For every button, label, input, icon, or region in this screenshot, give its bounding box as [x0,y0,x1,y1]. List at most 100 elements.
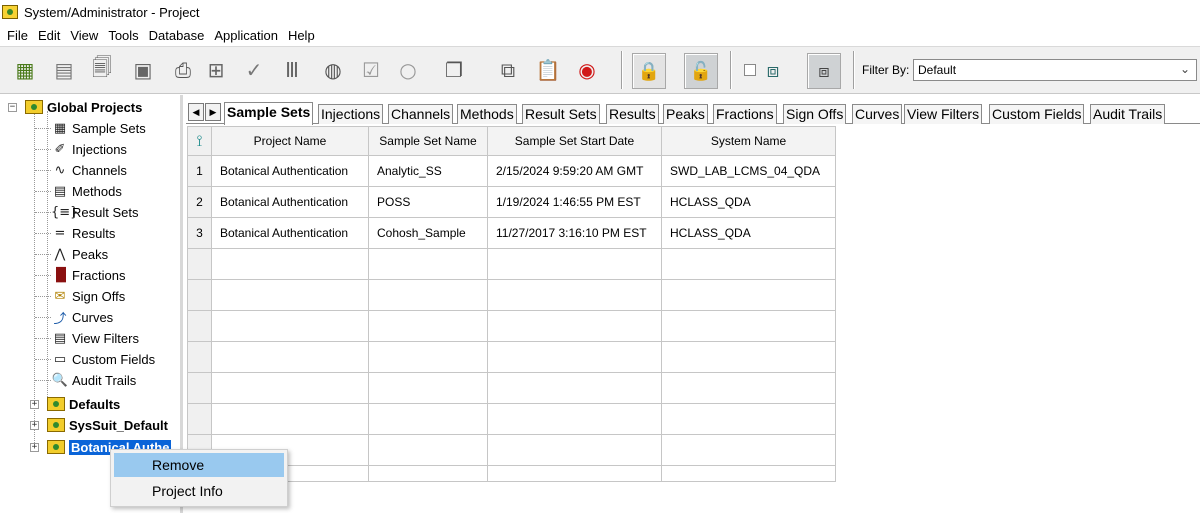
column-header-sample-set-name[interactable]: Sample Set Name [368,126,488,156]
paste-icon[interactable]: 📋 [535,57,561,83]
tab-fractions[interactable]: Fractions [713,104,777,124]
lock-icon[interactable]: 🔒 [632,53,666,89]
tab-peaks[interactable]: Peaks [663,104,708,124]
tab-channels[interactable]: Channels [388,104,454,124]
cell-system-name[interactable]: SWD_LAB_LCMS_04_QDA [661,155,836,187]
filter-by-select[interactable]: Default ⌄ [913,59,1197,81]
tab-view-filters[interactable]: View Filters [904,104,983,124]
row-number[interactable]: 3 [187,217,212,249]
tree-item-syssuit-default[interactable]: + SysSuit_Default [30,415,168,435]
view-checkbox[interactable] [744,64,756,76]
tree-item-result-sets[interactable]: {≡} Result Sets [51,202,138,222]
cell-sample-set-name[interactable]: Cohosh_Sample [368,217,488,249]
expand-icon[interactable]: + [30,399,39,409]
tree-item-injections[interactable]: ✐ Injections [51,139,127,159]
tab-sign-offs[interactable]: Sign Offs [783,104,847,124]
tree-item-methods[interactable]: ▤ Methods [51,181,122,201]
menu-application[interactable]: Application [209,28,283,43]
tree-item-peaks[interactable]: ⋀ Peaks [51,244,108,264]
empty-row[interactable] [187,279,836,311]
empty-row[interactable] [187,403,836,435]
unlock-icon[interactable]: 🔓 [684,53,718,89]
collapse-icon[interactable]: − [8,102,17,112]
cell-start-date[interactable]: 2/15/2024 9:59:20 AM GMT [487,155,662,187]
tree-item-sign-offs[interactable]: ✉ Sign Offs [51,286,126,306]
tab-sample-sets[interactable]: Sample Sets [224,102,314,125]
tubes-icon[interactable]: Ⅲ [279,57,305,83]
sign-off-icon: ✉ [54,288,66,304]
cell-start-date[interactable]: 1/19/2024 1:46:55 PM EST [487,186,662,218]
context-menu-remove[interactable]: Remove [114,453,284,477]
save-view-icon[interactable]: ⧈ [760,57,786,83]
tree-item-global-projects[interactable]: − Global Projects [8,97,142,117]
row-number[interactable]: 1 [187,155,212,187]
globe-icon[interactable]: ◍ [320,57,346,83]
tree-item-defaults[interactable]: + Defaults [30,394,120,414]
copy-icon[interactable]: ⧉ [495,57,521,83]
tree-line [35,149,51,150]
tree-item-fractions[interactable]: ▐▌ Fractions [51,265,125,285]
tab-methods[interactable]: Methods [457,104,517,124]
tree-item-custom-fields[interactable]: ▭ Custom Fields [51,349,155,369]
cell-sample-set-name[interactable]: POSS [368,186,488,218]
menu-edit[interactable]: Edit [33,28,65,43]
review-icon[interactable]: ✓ [241,57,267,83]
expand-icon[interactable]: + [30,442,39,452]
cell-project-name[interactable]: Botanical Authentication [211,186,369,218]
report-preview-icon[interactable]: 🗐 [89,55,115,83]
tree-item-audit-trails[interactable]: 🔍 Audit Trails [51,370,136,390]
menu-file[interactable]: File [2,28,33,43]
column-header-system-name[interactable]: System Name [661,126,836,156]
empty-row[interactable] [187,372,836,404]
tree-item-channels[interactable]: ∿ Channels [51,160,127,180]
menu-view[interactable]: View [65,28,103,43]
tree-item-curves[interactable]: ⤴ Curves [51,307,113,327]
row-number[interactable]: 2 [187,186,212,218]
expand-icon[interactable]: + [30,420,39,430]
tab-scroll-right-icon[interactable]: ▶ [205,103,221,121]
tab-custom-fields[interactable]: Custom Fields [989,104,1085,124]
table-row[interactable]: 2 Botanical Authentication POSS 1/19/202… [187,186,836,218]
tree-item-results[interactable]: = Results [51,223,116,243]
column-header-start-date[interactable]: Sample Set Start Date [487,126,662,156]
table-row[interactable]: 1 Botanical Authentication Analytic_SS 2… [187,155,836,187]
tab-scroll-left-icon[interactable]: ◀ [188,103,204,121]
tab-injections[interactable]: Injections [318,104,384,124]
check-circle-icon[interactable]: ☑ [358,57,384,83]
cell-sample-set-name[interactable]: Analytic_SS [368,155,488,187]
hierarchy-icon[interactable]: ⊞ [203,57,229,83]
cell-project-name[interactable]: Botanical Authentication [211,155,369,187]
table-list-icon[interactable]: ▤ [51,57,77,83]
tree-line [35,380,51,381]
grid-corner[interactable]: ⟟ [187,126,212,156]
tree-line [35,359,51,360]
column-header-project-name[interactable]: Project Name [211,126,369,156]
empty-row[interactable] [187,248,836,280]
copy-window-icon[interactable]: ❐ [441,57,467,83]
tree-item-view-filters[interactable]: ▤ View Filters [51,328,139,348]
tab-result-sets[interactable]: Result Sets [522,104,600,124]
menu-help[interactable]: Help [283,28,320,43]
calculator-icon[interactable]: ▣ [130,57,156,83]
empty-row[interactable] [187,341,836,373]
cell-start-date[interactable]: 11/27/2017 3:16:10 PM EST [487,217,662,249]
tab-audit-trails[interactable]: Audit Trails [1090,104,1166,124]
save-view-as-icon[interactable]: ⧈ [807,53,841,89]
tree-item-sample-sets[interactable]: ▦ Sample Sets [51,118,146,138]
menu-tools[interactable]: Tools [103,28,143,43]
tab-curves[interactable]: Curves [852,104,903,124]
empty-circle-icon[interactable]: ○ [395,57,421,83]
print-icon[interactable]: ⎙ [170,57,196,83]
table-row[interactable]: 3 Botanical Authentication Cohosh_Sample… [187,217,836,249]
tree-line [35,212,51,213]
empty-row[interactable] [187,310,836,342]
cell-system-name[interactable]: HCLASS_QDA [661,186,836,218]
menu-database[interactable]: Database [144,28,210,43]
table-grid-icon[interactable]: ▦ [12,57,38,83]
stop-record-icon[interactable]: ◉ [574,57,600,83]
cell-project-name[interactable]: Botanical Authentication [211,217,369,249]
tree-item-label: Results [72,225,116,241]
tab-results[interactable]: Results [606,104,659,124]
cell-system-name[interactable]: HCLASS_QDA [661,217,836,249]
context-menu-project-info[interactable]: Project Info [114,479,284,503]
